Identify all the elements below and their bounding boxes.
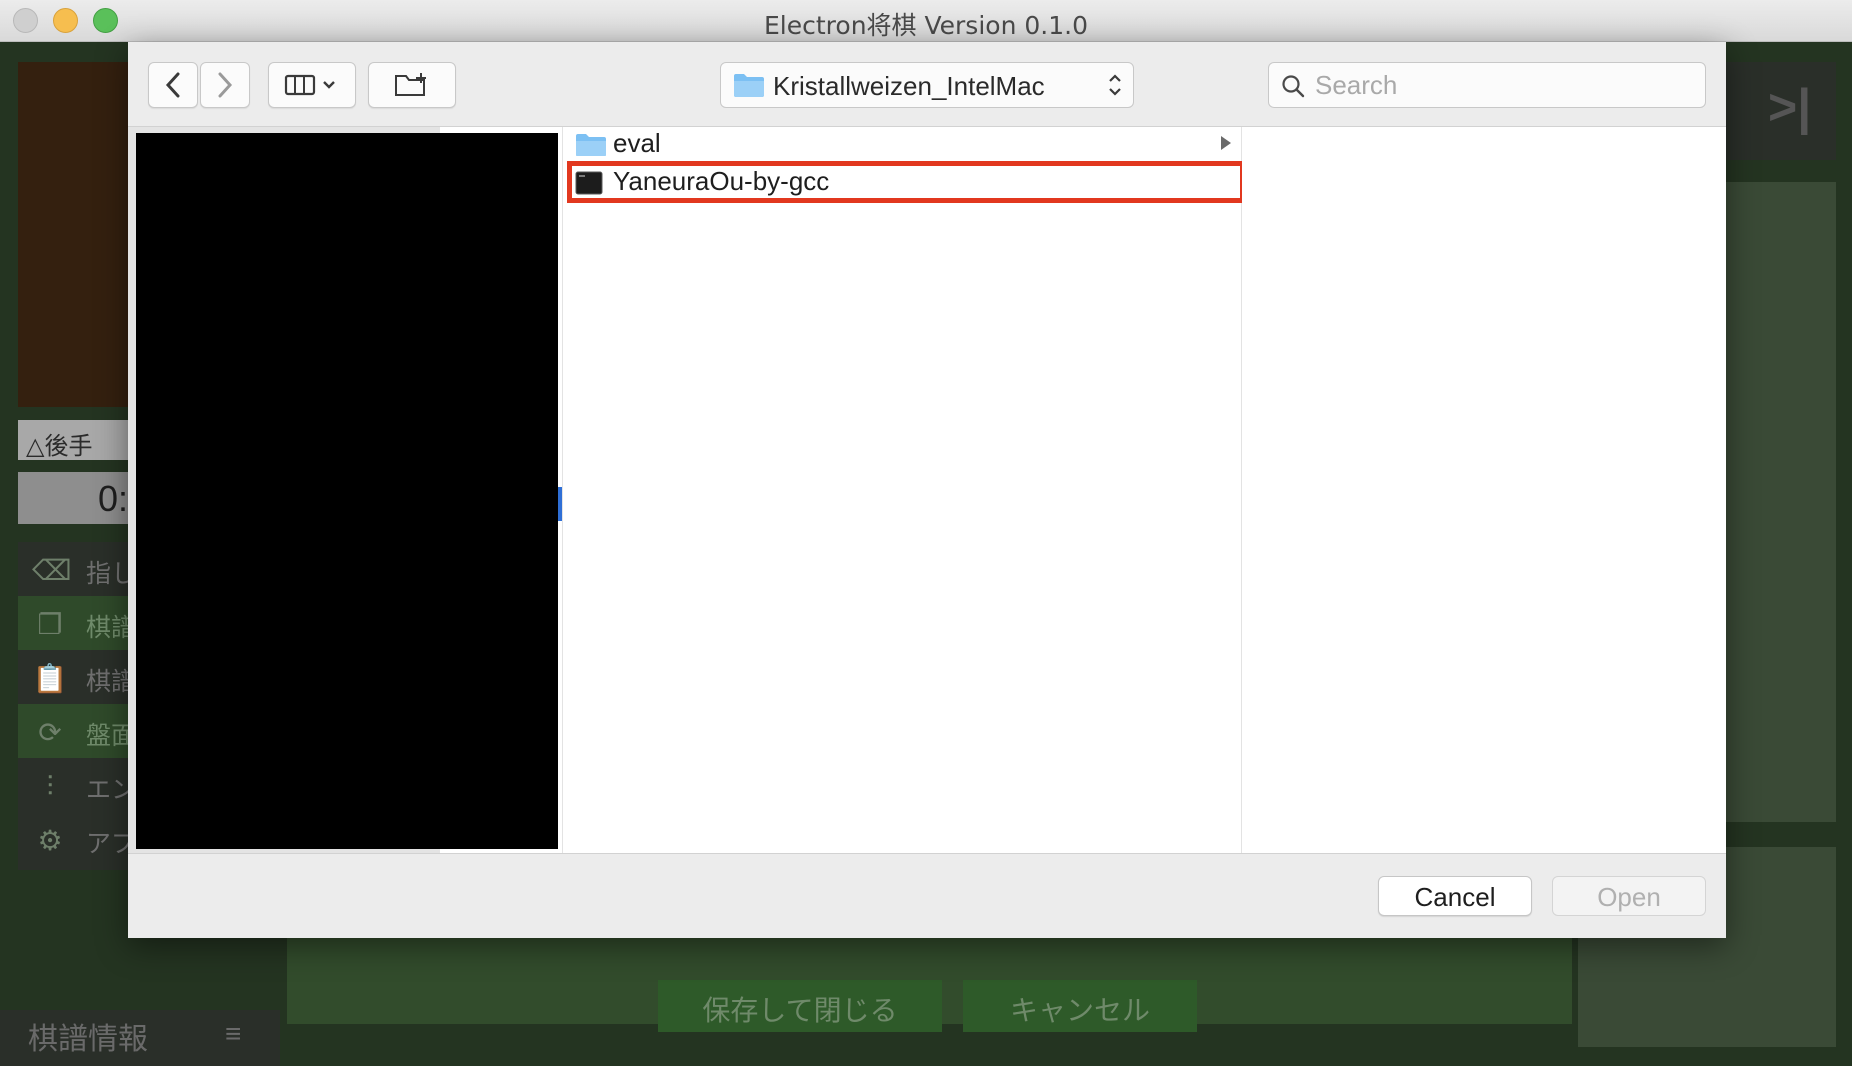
dialog-footer: Cancel Open (128, 854, 1726, 938)
cancel-button-bg[interactable]: キャンセル (963, 980, 1197, 1032)
forward-button[interactable] (200, 62, 250, 108)
search-field[interactable] (1268, 62, 1706, 108)
board-area (18, 62, 128, 407)
skip-to-end-icon[interactable]: >| (1768, 78, 1811, 136)
disclosure-arrow-icon (1221, 136, 1231, 150)
folder-icon (576, 134, 606, 156)
open-button[interactable]: Open (1552, 876, 1706, 916)
new-folder-icon (395, 73, 426, 96)
back-button[interactable] (148, 62, 198, 108)
cancel-button[interactable]: Cancel (1378, 876, 1532, 916)
tab-record-info[interactable]: 棋譜情報 (28, 1014, 148, 1058)
search-icon (1282, 75, 1305, 98)
redacted-region (136, 133, 558, 849)
view-mode-button[interactable] (268, 62, 356, 108)
gear-icon: ⚙ (37, 825, 63, 856)
chevron-right-icon (218, 72, 233, 98)
chevron-left-icon (165, 72, 180, 98)
clipboard-icon: 📋 (32, 663, 68, 694)
copy-icon: ❐ (37, 609, 63, 640)
window-titlebar: Electron将棋 Version 0.1.0 (0, 0, 1852, 42)
updown-chevron-icon (1109, 74, 1121, 96)
preview-column (1242, 127, 1726, 853)
window-title: Electron将棋 Version 0.1.0 (764, 11, 1088, 40)
file-column[interactable]: eval YaneuraOu-by-gcc (562, 127, 1245, 853)
location-label: Kristallweizen_IntelMac (773, 71, 1045, 101)
gote-clock: 0: (18, 472, 128, 524)
highlight-box (567, 161, 1245, 203)
backspace-icon: ⌫ (32, 555, 72, 586)
gote-label: △後手 (18, 420, 128, 460)
dialog-toolbar: Kristallweizen_IntelMac (128, 42, 1726, 126)
save-and-close-button[interactable]: 保存して閉じる (658, 980, 942, 1032)
sliders-icon: ⫶ (46, 771, 54, 802)
list-item[interactable]: eval (563, 127, 1241, 161)
columns-view-icon (284, 74, 335, 96)
folder-icon (734, 74, 764, 97)
search-input[interactable] (1315, 70, 1685, 100)
edit-list-icon[interactable]: ≡ (225, 1018, 241, 1050)
open-file-dialog: Kristallweizen_IntelMac eval (128, 42, 1726, 938)
rotate-icon: ⟳ (38, 717, 62, 748)
location-popup[interactable]: Kristallweizen_IntelMac (720, 62, 1134, 108)
file-name: eval (613, 128, 661, 158)
file-browser: eval YaneuraOu-by-gcc (128, 126, 1726, 854)
new-folder-button[interactable] (368, 62, 456, 108)
